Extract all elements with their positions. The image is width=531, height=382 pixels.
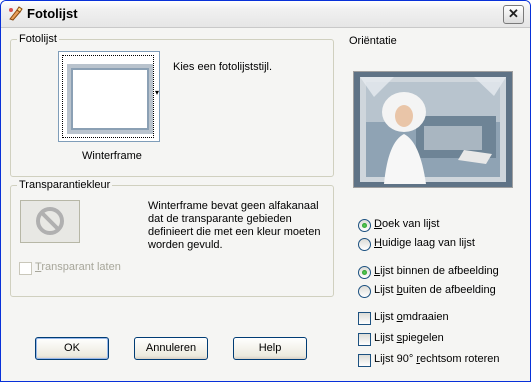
label-accel: H	[374, 237, 382, 249]
checkbox-flip-frame-label[interactable]: Lijst omdraaien	[374, 311, 449, 323]
label-pre: Lijst	[374, 311, 397, 323]
transparency-desc-line-4: worden gevuld.	[148, 239, 223, 251]
checkbox-rotate-frame-label[interactable]: Lijst 90° rechtsom roteren	[374, 353, 499, 365]
frame-instruction: Kies een fotolijststijl.	[173, 61, 273, 73]
radio-frame-outside[interactable]	[358, 285, 371, 298]
frame-style-picker[interactable]: ▾	[58, 51, 160, 142]
fotolijst-group-label: Fotolijst	[17, 33, 59, 45]
frame-name: Winterframe	[82, 150, 142, 162]
radio-canvas-of-frame[interactable]	[358, 219, 371, 232]
title-bar[interactable]: Fotolijst ✕	[1, 1, 530, 28]
orientation-label: Oriëntatie	[349, 35, 397, 47]
dropdown-arrow-icon[interactable]: ▾	[155, 88, 159, 97]
label-post: ransparant laten	[41, 261, 121, 273]
app-icon	[9, 6, 23, 21]
help-button[interactable]: Help	[233, 337, 307, 360]
label-post: echtsom roteren	[419, 353, 500, 365]
checkbox-mirror-frame[interactable]	[358, 333, 371, 346]
transparency-group-label: Transparantiekleur	[17, 179, 113, 191]
radio-canvas-of-frame-label[interactable]: Doek van lijst	[374, 218, 439, 230]
transparency-color-swatch	[20, 200, 80, 243]
label-post: ijst binnen de afbeelding	[380, 265, 499, 277]
frame-preview-image	[353, 71, 513, 188]
cancel-button[interactable]: Annuleren	[134, 337, 208, 360]
frame-picker-focus	[62, 55, 154, 138]
transparency-desc-line-2: dat de transparante gebieden	[148, 213, 292, 225]
radio-current-layer[interactable]	[358, 238, 371, 251]
label-pre: Lijst	[374, 284, 397, 296]
preview-illustration	[354, 72, 512, 187]
close-button[interactable]: ✕	[503, 5, 524, 24]
transparent-checkbox[interactable]	[19, 262, 32, 275]
radio-frame-inside[interactable]	[358, 266, 371, 279]
label-post: oek van lijst	[381, 218, 440, 230]
label-post: mdraaien	[402, 311, 449, 323]
ok-button[interactable]: OK	[35, 337, 109, 360]
dialog-body: Fotolijst ▾ Kies een fotolijststijl. Win…	[1, 28, 530, 381]
label-post: uiten de afbeelding	[402, 284, 496, 296]
no-entry-icon	[36, 207, 64, 235]
label-pre: Lijst 90°	[374, 353, 417, 365]
radio-frame-inside-label[interactable]: Lijst binnen de afbeelding	[374, 265, 499, 277]
transparency-desc-line-3: definieert die met een kleur moeten	[148, 226, 321, 238]
frame-thumbnail	[67, 64, 153, 134]
transparency-desc-line-1: Winterframe bevat geen alfakanaal	[148, 200, 319, 212]
transparent-checkbox-label[interactable]: Transparant laten	[35, 261, 121, 273]
close-icon: ✕	[508, 6, 519, 21]
checkbox-flip-frame[interactable]	[358, 312, 371, 325]
label-pre: Lijst	[374, 332, 397, 344]
checkbox-mirror-frame-label[interactable]: Lijst spiegelen	[374, 332, 444, 344]
label-post: uidige laag van lijst	[381, 237, 475, 249]
label-post: piegelen	[402, 332, 444, 344]
label-accel: D	[374, 218, 382, 230]
dialog-window: Fotolijst ✕ Fotolijst ▾ Kies een fotolij…	[0, 0, 531, 382]
radio-frame-outside-label[interactable]: Lijst buiten de afbeelding	[374, 284, 496, 296]
window-title: Fotolijst	[27, 6, 78, 21]
checkbox-rotate-frame[interactable]	[358, 354, 371, 367]
radio-current-layer-label[interactable]: Huidige laag van lijst	[374, 237, 475, 249]
